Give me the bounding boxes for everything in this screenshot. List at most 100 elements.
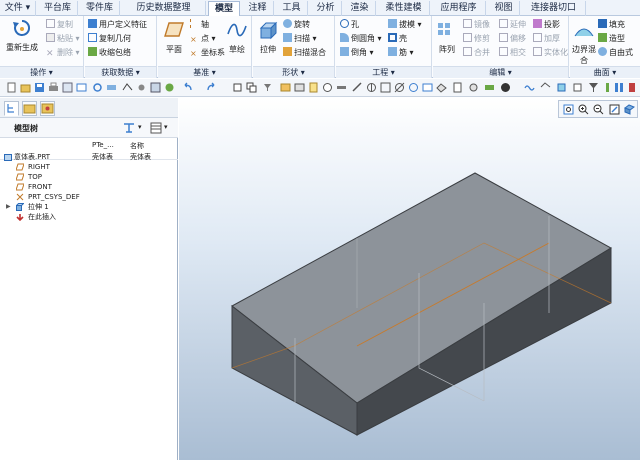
tool-12-icon[interactable] xyxy=(468,82,479,93)
appearance-icon[interactable] xyxy=(164,82,175,93)
redo-icon[interactable] xyxy=(206,82,217,93)
tab-history-data[interactable]: 历史数据整理 xyxy=(122,1,206,16)
copy-button[interactable]: 复制 xyxy=(46,19,73,30)
delete-button[interactable]: ✕ 删除 ▾ xyxy=(46,47,80,59)
tree-settings-dropdown-icon[interactable]: ▾ xyxy=(138,123,142,131)
extrude-button[interactable]: 拉伸 xyxy=(255,20,281,55)
tab-render[interactable]: 渲染 xyxy=(344,1,376,16)
layer-icon[interactable] xyxy=(106,82,117,93)
tree-item-part-root[interactable]: 意体表.PRT 壳体表 壳体表 xyxy=(0,152,178,162)
swept-blend-button[interactable]: 扫描混合 xyxy=(283,47,326,58)
tab-model-tree[interactable] xyxy=(4,101,19,116)
paste-button[interactable]: 粘贴 ▾ xyxy=(46,33,80,44)
tree-item-front[interactable]: FRONT xyxy=(0,182,178,192)
shrinkwrap-button[interactable]: 收缩包络 xyxy=(88,47,131,58)
tab-favorites[interactable] xyxy=(40,101,55,116)
tab-parts-library[interactable]: 零件库 xyxy=(80,1,120,16)
column-header-name[interactable]: 名称 xyxy=(130,141,144,151)
draft-button[interactable]: 拔模 ▾ xyxy=(388,19,422,30)
plane-button[interactable]: 平面 xyxy=(160,20,188,55)
tool-10-icon[interactable] xyxy=(436,82,447,93)
style-button[interactable]: 造型 xyxy=(598,33,625,44)
hole-button[interactable]: 孔 xyxy=(340,19,359,30)
point-button[interactable]: × 点 ▾ xyxy=(190,33,216,44)
sweep-button[interactable]: 扫描 ▾ xyxy=(283,33,317,44)
tree-columns-icon[interactable] xyxy=(150,122,162,134)
window-icon[interactable] xyxy=(76,82,87,93)
tree-item-csys[interactable]: PRT_CSYS_DEF xyxy=(0,192,178,202)
tool-5-icon[interactable] xyxy=(336,82,347,93)
offset-button[interactable]: 偏移 xyxy=(499,33,526,44)
tab-flexible-modeling[interactable]: 柔性建模 xyxy=(378,1,430,16)
tree-item-right[interactable]: RIGHT xyxy=(0,162,178,172)
analysis-icon[interactable] xyxy=(366,82,377,93)
chamfer-button[interactable]: 倒角 ▾ xyxy=(340,47,374,58)
tab-folder-browser[interactable] xyxy=(22,101,37,116)
tool-14-icon[interactable] xyxy=(540,82,551,93)
extend-button[interactable]: 延伸 xyxy=(499,19,526,30)
revolve-button[interactable]: 旋转 xyxy=(283,19,310,30)
thicken-button[interactable]: 加厚 xyxy=(533,33,560,44)
tool-17-icon[interactable] xyxy=(602,82,613,93)
tree-columns-dropdown-icon[interactable]: ▾ xyxy=(164,123,168,131)
expand-arrow-icon[interactable]: ▶ xyxy=(6,202,11,212)
udf-button[interactable]: 用户定义特征 xyxy=(88,19,147,30)
mirror-button[interactable]: 镜像 xyxy=(463,19,490,30)
tool-11-icon[interactable] xyxy=(452,82,463,93)
part-model[interactable] xyxy=(179,98,640,460)
tab-analysis[interactable]: 分析 xyxy=(310,1,342,16)
tree-item-insert-here[interactable]: 在此插入 xyxy=(0,212,178,222)
tab-connector-cut[interactable]: 连接器切口 xyxy=(522,1,586,16)
model-display-icon[interactable] xyxy=(150,82,161,93)
select-filter-icon[interactable] xyxy=(262,82,273,93)
sketch-button[interactable]: 草绘 xyxy=(224,20,250,55)
tab-annotate[interactable]: 注释 xyxy=(242,1,274,16)
round-button[interactable]: 倒圆角 ▾ xyxy=(340,33,382,44)
trim-button[interactable]: 修剪 xyxy=(463,33,490,44)
tree-item-top[interactable]: TOP xyxy=(0,172,178,182)
print-icon[interactable] xyxy=(48,82,59,93)
tool-15-icon[interactable] xyxy=(556,82,567,93)
save-icon[interactable] xyxy=(34,82,45,93)
sphere-icon[interactable] xyxy=(500,82,511,93)
tab-view[interactable]: 视图 xyxy=(488,1,520,16)
open-folder-icon[interactable] xyxy=(20,82,31,93)
graphics-viewport[interactable] xyxy=(179,98,640,460)
new-file-icon[interactable] xyxy=(6,82,17,93)
measure-icon[interactable] xyxy=(352,82,363,93)
axis-button[interactable]: 轴 xyxy=(190,19,209,30)
tool-2-icon[interactable] xyxy=(294,82,305,93)
filter-icon[interactable] xyxy=(588,82,599,93)
csys-button[interactable]: ⨯ 坐标系 xyxy=(190,47,225,58)
copy-geometry-button[interactable]: 复制几何 xyxy=(88,33,131,44)
regenerate-button[interactable]: 重新生成 xyxy=(2,18,42,53)
tree-item-part[interactable] xyxy=(0,253,178,263)
undo-icon[interactable] xyxy=(182,82,193,93)
close-window-icon[interactable] xyxy=(62,82,73,93)
wave-icon[interactable] xyxy=(524,82,535,93)
merge-button[interactable]: 合并 xyxy=(463,47,490,58)
tool-6-icon[interactable] xyxy=(380,82,391,93)
tool-8-icon[interactable] xyxy=(408,82,419,93)
intersect-button[interactable]: 相交 xyxy=(499,47,526,58)
settings-icon[interactable] xyxy=(136,82,147,93)
tool-9-icon[interactable] xyxy=(422,82,433,93)
solidify-button[interactable]: 实体化 xyxy=(533,47,568,58)
fill-button[interactable]: 填充 xyxy=(598,19,625,30)
copy-toolbar-icon[interactable] xyxy=(246,82,257,93)
tool-3-icon[interactable] xyxy=(308,82,319,93)
boundary-blend-button[interactable]: 边界混合 xyxy=(572,20,596,66)
tab-tools[interactable]: 工具 xyxy=(276,1,308,16)
project-button[interactable]: 投影 xyxy=(533,19,560,30)
tool-18-icon[interactable] xyxy=(614,82,625,93)
tool-4-icon[interactable] xyxy=(322,82,333,93)
freestyle-button[interactable]: 自由式 xyxy=(598,47,633,58)
shell-button[interactable]: 壳 xyxy=(388,33,407,44)
tool-19-icon[interactable] xyxy=(627,82,638,93)
tool-1-icon[interactable] xyxy=(280,82,291,93)
tab-file[interactable]: 文件 ▾ xyxy=(0,1,36,16)
tool-16-icon[interactable] xyxy=(572,82,583,93)
column-header-pte[interactable]: PTe_... xyxy=(92,141,114,149)
sketch-toolbar-icon[interactable] xyxy=(122,82,133,93)
tab-applications[interactable]: 应用程序 xyxy=(432,1,486,16)
